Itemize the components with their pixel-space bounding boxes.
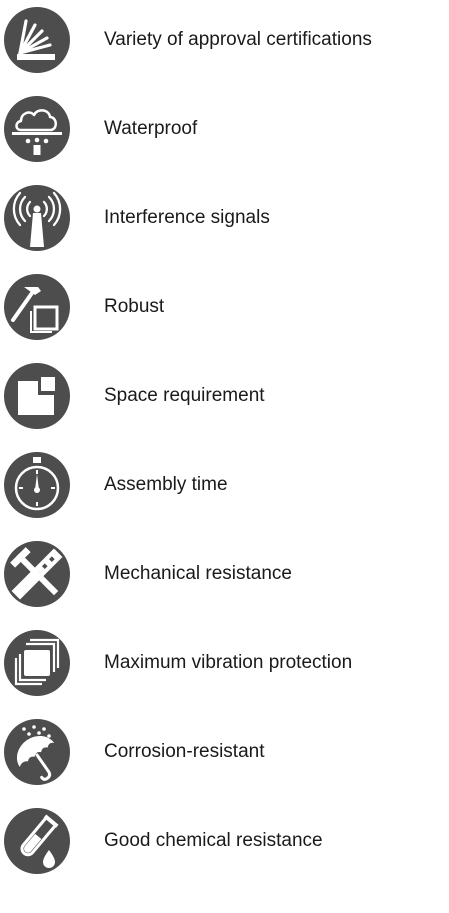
feature-item-approval-certifications: Variety of approval certifications — [0, 2, 449, 78]
saw-tools-icon — [4, 541, 70, 607]
antenna-signal-icon — [4, 185, 70, 251]
feature-item-interference-signals: Interference signals — [0, 180, 449, 256]
feature-label: Space requirement — [104, 385, 265, 406]
feature-item-mechanical-resistance: Mechanical resistance — [0, 536, 449, 612]
feature-item-robust: Robust — [0, 269, 449, 345]
feature-label: Variety of approval certifications — [104, 29, 372, 50]
feature-label: Maximum vibration protection — [104, 652, 353, 673]
stopwatch-icon — [4, 452, 70, 518]
feature-label: Waterproof — [104, 118, 198, 139]
feature-item-assembly-time: Assembly time — [0, 447, 449, 523]
hammer-box-icon — [4, 274, 70, 340]
vibration-squares-icon — [4, 630, 70, 696]
feature-item-corrosion-resistant: Corrosion-resistant — [0, 714, 449, 790]
feature-label: Good chemical resistance — [104, 830, 323, 851]
feature-item-chemical-resistance: Good chemical resistance — [0, 803, 449, 879]
space-corner-icon — [4, 363, 70, 429]
feature-label: Corrosion-resistant — [104, 741, 265, 762]
feature-list: Variety of approval certifications Water… — [0, 0, 449, 913]
feature-item-waterproof: Waterproof — [0, 91, 449, 167]
feature-label: Mechanical resistance — [104, 563, 292, 584]
certification-bars-icon — [4, 7, 70, 73]
feature-label: Assembly time — [104, 474, 228, 495]
rain-cloud-icon — [4, 96, 70, 162]
feature-label: Interference signals — [104, 207, 270, 228]
feature-label: Robust — [104, 296, 165, 317]
test-tube-icon — [4, 808, 70, 874]
feature-item-vibration-protection: Maximum vibration protection — [0, 625, 449, 701]
umbrella-icon — [4, 719, 70, 785]
feature-item-space-requirement: Space requirement — [0, 358, 449, 434]
